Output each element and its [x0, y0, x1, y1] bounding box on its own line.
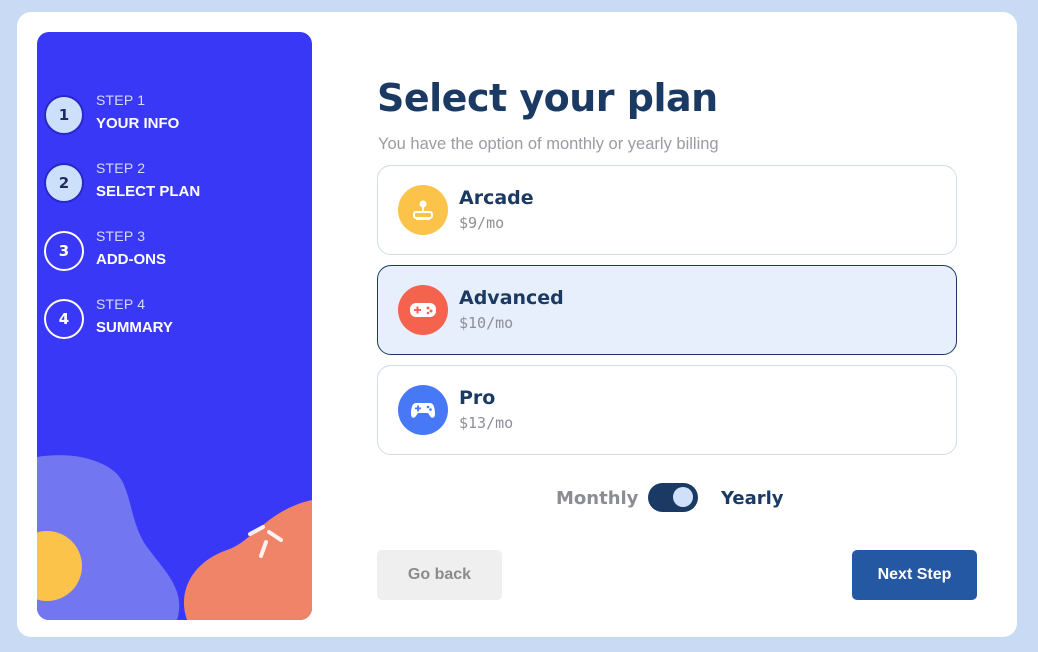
step-number-circle: 3 [44, 231, 84, 271]
plan-option-arcade[interactable]: Arcade $9/mo [377, 165, 957, 255]
toggle-knob [673, 487, 693, 507]
step-label: STEP 4 [96, 296, 146, 312]
arcade-joystick-icon [398, 185, 448, 235]
step-title: ADD-ONS [96, 251, 166, 268]
plan-price: $9/mo [459, 214, 505, 232]
controller-icon [398, 385, 448, 435]
go-back-button[interactable]: Go back [377, 550, 502, 600]
step-title: SELECT PLAN [96, 183, 201, 200]
page-title: Select your plan [377, 76, 718, 120]
monthly-label[interactable]: Monthly [556, 488, 638, 509]
plan-name: Advanced [459, 287, 564, 309]
step-label: STEP 2 [96, 160, 146, 176]
yearly-label[interactable]: Yearly [721, 488, 784, 509]
next-step-button[interactable]: Next Step [852, 550, 977, 600]
billing-toggle[interactable] [648, 483, 698, 512]
plan-price: $10/mo [459, 314, 514, 332]
step-title: YOUR INFO [96, 115, 180, 132]
plan-name: Pro [459, 387, 496, 409]
step-number-circle: 4 [44, 299, 84, 339]
plan-option-advanced[interactable]: Advanced $10/mo [377, 265, 957, 355]
gamepad-icon [398, 285, 448, 335]
plan-option-pro[interactable]: Pro $13/mo [377, 365, 957, 455]
step-number-circle: 2 [44, 163, 84, 203]
plan-price: $13/mo [459, 414, 514, 432]
step-label: STEP 3 [96, 228, 146, 244]
step-label: STEP 1 [96, 92, 146, 108]
plan-name: Arcade [459, 187, 534, 209]
page-subtitle: You have the option of monthly or yearly… [378, 135, 719, 153]
step-number-circle: 1 [44, 95, 84, 135]
step-title: SUMMARY [96, 319, 173, 336]
